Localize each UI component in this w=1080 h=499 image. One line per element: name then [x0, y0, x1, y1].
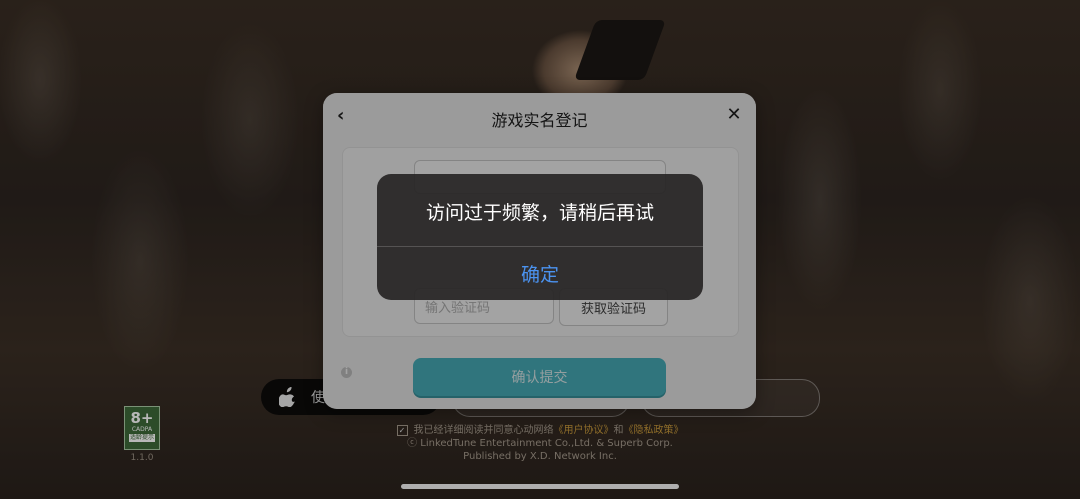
- alert-message: 访问过于频繁，请稍后再试: [425, 202, 654, 224]
- alert-dialog: 访问过于频繁，请稍后再试 确定: [377, 174, 703, 300]
- alert-confirm-button[interactable]: 确定: [377, 247, 703, 300]
